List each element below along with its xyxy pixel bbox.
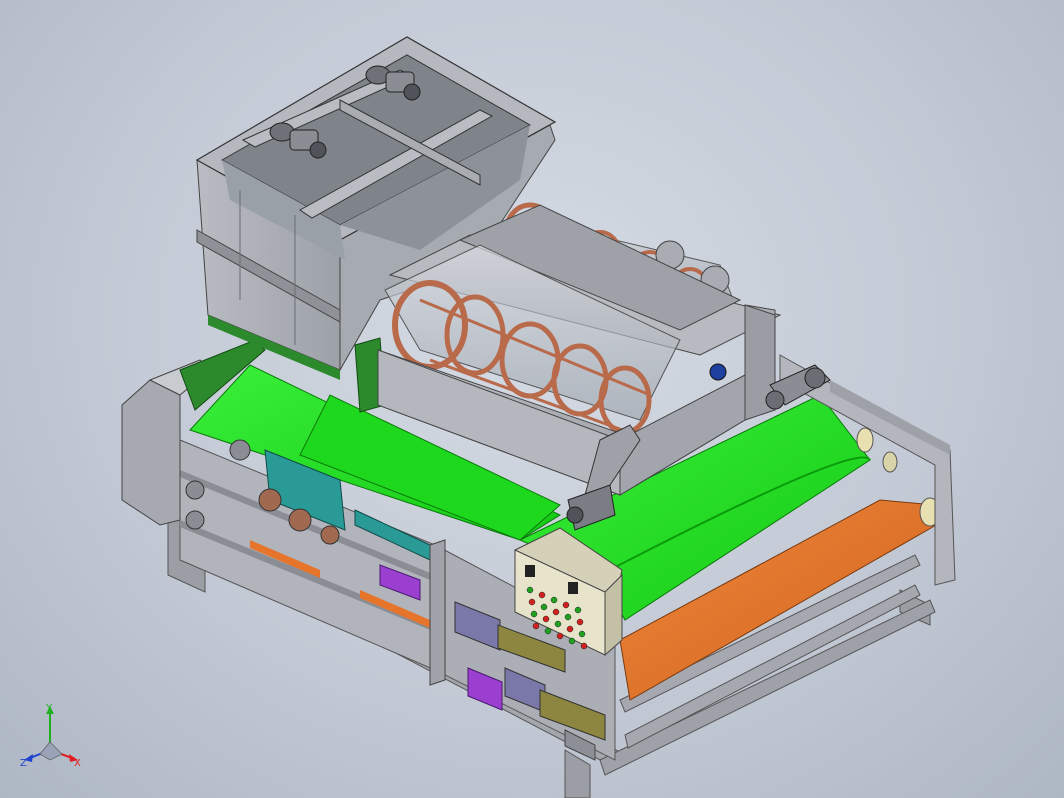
- panel-button[interactable]: [578, 630, 586, 638]
- panel-button[interactable]: [580, 642, 588, 650]
- belt-press-model[interactable]: [0, 0, 1064, 798]
- panel-button[interactable]: [526, 586, 534, 594]
- panel-button[interactable]: [556, 632, 564, 640]
- cad-viewport[interactable]: Y X Z: [0, 0, 1064, 798]
- panel-button[interactable]: [554, 620, 562, 628]
- panel-button[interactable]: [530, 610, 538, 618]
- panel-button[interactable]: [564, 613, 572, 621]
- x-axis-label: X: [74, 758, 81, 769]
- panel-button[interactable]: [550, 596, 558, 604]
- panel-button[interactable]: [562, 601, 570, 609]
- panel-button[interactable]: [544, 627, 552, 635]
- panel-button[interactable]: [528, 598, 536, 606]
- panel-button[interactable]: [566, 625, 574, 633]
- panel-button[interactable]: [542, 615, 550, 623]
- panel-button[interactable]: [576, 618, 584, 626]
- panel-button[interactable]: [574, 606, 582, 614]
- y-axis-label: Y: [45, 703, 53, 714]
- panel-button[interactable]: [532, 622, 540, 630]
- panel-button[interactable]: [540, 603, 548, 611]
- z-axis-label: Z: [20, 758, 27, 769]
- panel-button[interactable]: [538, 591, 546, 599]
- view-orientation-triad[interactable]: Y X Z: [18, 702, 88, 772]
- panel-button[interactable]: [568, 637, 576, 645]
- panel-button[interactable]: [552, 608, 560, 616]
